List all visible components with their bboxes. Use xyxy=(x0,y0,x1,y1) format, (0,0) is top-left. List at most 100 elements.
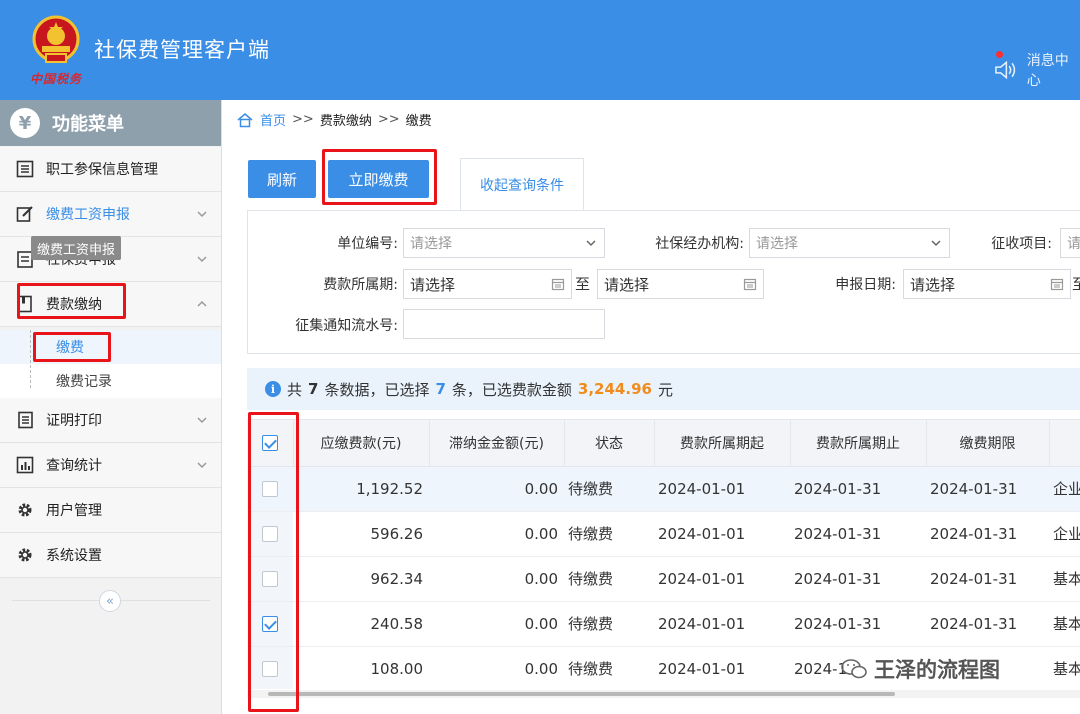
collapse-sidebar-button[interactable]: « xyxy=(99,590,121,612)
sidebar-subitem-label: 缴费 xyxy=(56,340,84,356)
sidebar-item-label: 证明打印 xyxy=(46,413,102,429)
cell-status: 待缴费 xyxy=(564,601,654,647)
sidebar-item-certificate-print[interactable]: 证明打印 xyxy=(0,398,221,443)
period-to-separator: 至 xyxy=(575,275,591,293)
gear-icon xyxy=(18,503,32,517)
table-row[interactable]: 962.34 0.00 待缴费 2024-01-01 2024-01-31 2024-01… xyxy=(247,556,1080,602)
cell-amount: 962.34 xyxy=(293,556,429,602)
sidebar-item-fee-payment[interactable]: 费款缴纳 xyxy=(0,282,221,327)
period-label: 费款所属期: xyxy=(323,277,398,293)
report-date-input[interactable]: 请选择 xyxy=(903,269,1071,299)
sidebar-subitem-pay-records[interactable]: 缴费记录 xyxy=(0,364,221,398)
app-title: 社保费管理客户端 xyxy=(94,38,270,62)
column-header[interactable]: 滞纳金金额(元) xyxy=(429,420,565,467)
column-header[interactable]: 缴费期限 xyxy=(926,420,1050,467)
summary-bar: i 共 7 条数据，已选择 7 条，已选费款金额 3,244.96 元 xyxy=(247,368,1080,410)
chevron-down-icon xyxy=(197,211,207,218)
cell-end: 2024-01-31 xyxy=(790,601,926,647)
app-header: 中国税务 社保费管理客户端 消息中心 xyxy=(0,0,1080,100)
period-from-date[interactable]: 请选择 xyxy=(403,269,572,299)
period-from-value: 请选择 xyxy=(410,275,456,294)
table-row[interactable]: 1,192.52 0.00 待缴费 2024-01-01 2024-01-31 2024-… xyxy=(247,466,1080,512)
chevron-down-icon xyxy=(197,462,207,469)
sidebar-item-label: 查询统计 xyxy=(46,458,102,474)
row-checkbox[interactable] xyxy=(262,526,278,542)
row-checkbox[interactable] xyxy=(262,616,278,632)
yen-icon: ¥ xyxy=(10,108,40,138)
cell-start: 2024-01-01 xyxy=(654,646,790,689)
wechat-icon xyxy=(841,659,867,679)
cell-late-fee: 0.00 xyxy=(429,511,564,557)
select-all-checkbox[interactable] xyxy=(261,434,278,451)
agency-placeholder: 请选择 xyxy=(756,236,798,252)
cell-deadline: 2024-01-31 xyxy=(926,466,1049,512)
cell-status: 待缴费 xyxy=(564,511,654,557)
message-center-button[interactable]: 消息中心 xyxy=(994,50,1080,90)
cell-late-fee: 0.00 xyxy=(429,646,564,689)
menu-header: ¥ 功能菜单 xyxy=(0,100,221,146)
breadcrumb-home-link[interactable]: 首页 xyxy=(260,110,286,129)
report-to-separator: 至 xyxy=(1072,275,1080,293)
horizontal-scrollbar-thumb[interactable] xyxy=(268,692,895,696)
row-checkbox[interactable] xyxy=(262,481,278,497)
cell-type: 企业 xyxy=(1049,511,1080,557)
print-list-icon xyxy=(18,411,33,429)
cell-end: 2024-01-31 xyxy=(790,556,926,602)
sidebar-item-employee-info[interactable]: 职工参保信息管理 xyxy=(0,147,221,192)
cell-late-fee: 0.00 xyxy=(429,556,564,602)
period-to-date[interactable]: 请选择 xyxy=(597,269,764,299)
column-header[interactable]: 费款所属期起 xyxy=(654,420,791,467)
menu-title: 功能菜单 xyxy=(52,114,124,135)
speaker-icon xyxy=(995,60,1016,80)
watermark: 王泽的流程图 xyxy=(840,654,1000,684)
column-header[interactable] xyxy=(1049,420,1080,467)
collection-item-placeholder: 请 xyxy=(1067,236,1080,252)
cell-start: 2024-01-01 xyxy=(654,466,790,512)
tree-guide-line xyxy=(30,330,31,388)
unread-dot xyxy=(996,51,1003,58)
chevron-down-icon xyxy=(931,240,941,247)
info-icon: i xyxy=(265,381,281,397)
chevron-down-icon xyxy=(197,417,207,424)
breadcrumb-level1[interactable]: 费款缴纳 xyxy=(320,110,372,129)
breadcrumb-current: 缴费 xyxy=(405,114,432,129)
home-icon xyxy=(237,112,253,127)
cell-status: 待缴费 xyxy=(564,556,654,602)
tab-collapse-query[interactable]: 收起查询条件 xyxy=(460,158,584,210)
column-header[interactable]: 应缴费款(元) xyxy=(293,420,430,467)
report-date-label: 申报日期: xyxy=(835,277,896,293)
cell-deadline: 2024-01-31 xyxy=(926,511,1049,557)
pay-now-button[interactable]: 立即缴费 xyxy=(328,160,429,198)
cell-end: 2024-01-31 xyxy=(790,466,926,512)
sidebar-item-user-management[interactable]: 用户管理 xyxy=(0,488,221,533)
table-row[interactable]: 596.26 0.00 待缴费 2024-01-01 2024-01-31 2024-01… xyxy=(247,511,1080,557)
summary-text: 元 xyxy=(657,380,673,399)
sidebar-item-query-stats[interactable]: 查询统计 xyxy=(0,443,221,488)
column-header[interactable]: 费款所属期止 xyxy=(790,420,927,467)
calendar-icon xyxy=(1050,278,1064,291)
collection-item-select[interactable]: 请 xyxy=(1060,228,1080,258)
cell-type: 基本 xyxy=(1049,646,1080,689)
breadcrumb: 首页 >> 费款缴纳 >> 缴费 xyxy=(236,110,432,129)
sidebar-item-system-settings[interactable]: 系统设置 xyxy=(0,533,221,578)
cell-start: 2024-01-01 xyxy=(654,556,790,602)
table-row[interactable]: 240.58 0.00 待缴费 2024-01-01 2024-01-31 2024-01… xyxy=(247,601,1080,647)
refresh-button[interactable]: 刷新 xyxy=(248,160,316,198)
column-header[interactable]: 状态 xyxy=(564,420,655,467)
sidebar-tooltip: 缴费工资申报 xyxy=(31,236,122,260)
calendar-icon xyxy=(551,278,565,291)
table-header-row: 应缴费款(元) 滞纳金金额(元) 状态 费款所属期起 费款所属期止 缴费期限 xyxy=(247,420,1080,467)
unit-code-select[interactable]: 请选择 xyxy=(403,228,605,258)
cell-start: 2024-01-01 xyxy=(654,511,790,557)
cell-amount: 240.58 xyxy=(293,601,429,647)
sidebar-subitem-pay[interactable]: 缴费 xyxy=(0,330,221,364)
row-checkbox[interactable] xyxy=(262,661,278,677)
chevron-up-icon xyxy=(197,300,207,307)
row-checkbox[interactable] xyxy=(262,571,278,587)
notice-serial-input[interactable] xyxy=(403,309,605,339)
sidebar-item-wage-report[interactable]: 缴费工资申报 xyxy=(0,192,221,237)
cell-deadline: 2024-01-31 xyxy=(926,556,1049,602)
summary-selected-count: 7 xyxy=(435,380,446,398)
agency-select[interactable]: 请选择 xyxy=(749,228,950,258)
gear-icon xyxy=(18,548,32,562)
